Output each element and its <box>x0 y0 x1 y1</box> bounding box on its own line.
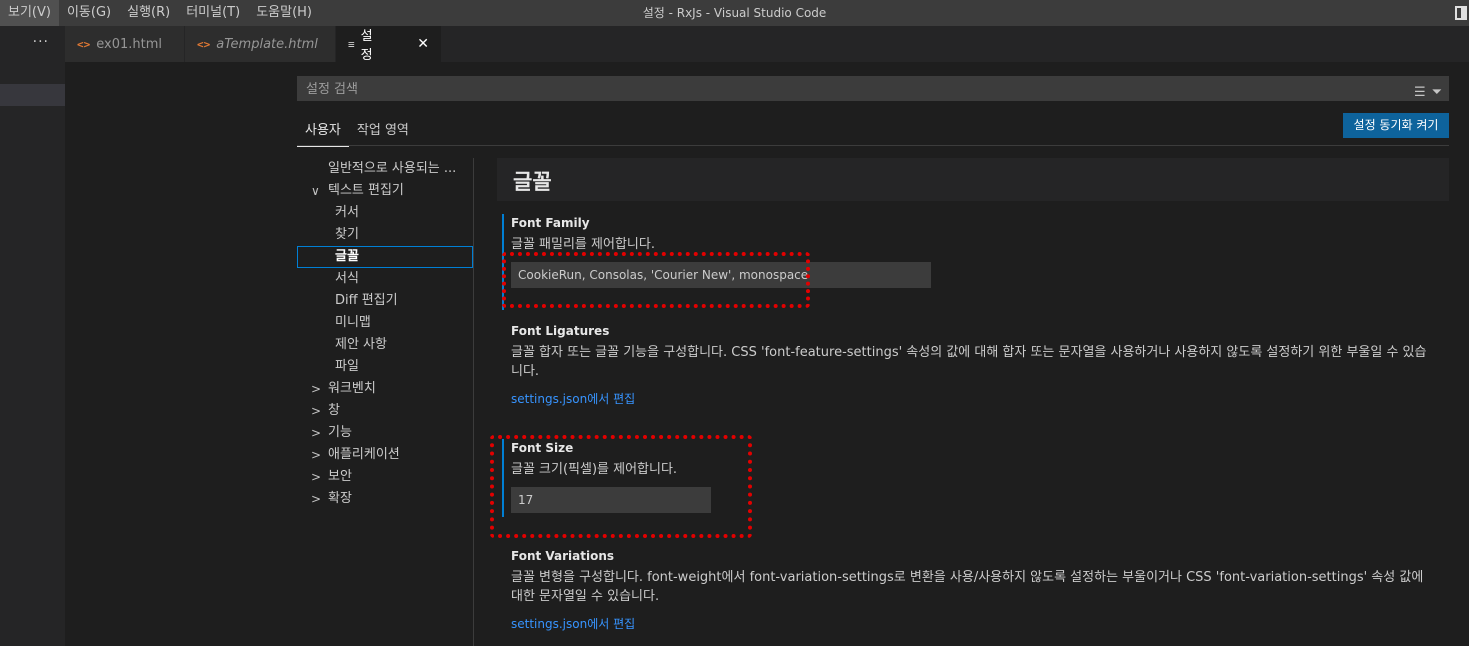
menu-bar: 보기(V) 이동(G) 실행(R) 터미널(T) 도움말(H) <box>0 0 320 26</box>
toc-item-diff-editor[interactable]: Diff 편집기 <box>297 290 473 312</box>
tab-label: ex01.html <box>96 36 162 52</box>
chevron-right-icon: > <box>311 404 322 418</box>
menu-help[interactable]: 도움말(H) <box>248 0 320 26</box>
tab-user[interactable]: 사용자 <box>297 114 349 147</box>
toc-label: 애플리케이션 <box>328 447 400 462</box>
toc-label: 찾기 <box>335 227 359 242</box>
toc-label: 미니맵 <box>335 315 371 330</box>
toc-label: 서식 <box>335 271 359 286</box>
settings-toc: 일반적으로 사용되는 ... ∨ 텍스트 편집기 커서 찾기 글꼴 서식 Diff… <box>297 158 473 510</box>
chevron-right-icon: > <box>311 426 322 440</box>
chevron-right-icon: > <box>311 448 322 462</box>
more-actions-icon[interactable]: ··· <box>33 34 49 50</box>
toc-item-suggestions[interactable]: 제안 사항 <box>297 334 473 356</box>
tab-label: 설정 <box>360 29 373 63</box>
tab-label: aTemplate.html <box>216 36 318 52</box>
filter-icon[interactable]: ⏷ <box>1432 80 1442 105</box>
search-tools: ☰ ⏷ <box>1414 80 1442 105</box>
toc-label: 파일 <box>335 359 359 374</box>
chevron-right-icon: > <box>311 470 322 484</box>
settings-search-input[interactable]: 설정 검색 ☰ ⏷ <box>297 76 1449 101</box>
toc-label: 기능 <box>328 425 352 440</box>
toc-label: 확장 <box>328 491 352 506</box>
divider <box>297 145 1449 146</box>
toc-item-find[interactable]: 찾기 <box>297 224 473 246</box>
toc-label: 워크벤치 <box>328 381 376 396</box>
section-title: 글꼴 <box>513 170 552 194</box>
scope-tabs: 사용자 작업 영역 <box>297 114 417 147</box>
toc-item-font[interactable]: 글꼴 <box>297 246 473 268</box>
toc-label: 일반적으로 사용되는 ... <box>328 161 457 176</box>
edit-in-settings-json-link[interactable]: settings.json에서 편집 <box>511 615 1442 632</box>
toc-divider <box>473 158 474 646</box>
toc-label: Diff 편집기 <box>335 293 398 308</box>
setting-title: Font Family <box>511 216 590 230</box>
chevron-right-icon: > <box>311 492 322 506</box>
settings-file-icon: ≡ <box>348 37 355 51</box>
chevron-down-icon: ∨ <box>311 184 320 198</box>
toc-item-application[interactable]: > 애플리케이션 <box>297 444 473 466</box>
section-header: 글꼴 <box>497 158 1449 201</box>
toc-item-minimap[interactable]: 미니맵 <box>297 312 473 334</box>
font-size-highlight <box>490 435 752 538</box>
toc-item-formatting[interactable]: 서식 <box>297 268 473 290</box>
menu-go[interactable]: 이동(G) <box>59 0 119 26</box>
title-bar: 보기(V) 이동(G) 실행(R) 터미널(T) 도움말(H) 설정 - RxJ… <box>0 0 1469 26</box>
side-bar: ··· <box>0 26 65 646</box>
toc-item-text-editor[interactable]: ∨ 텍스트 편집기 <box>297 180 473 202</box>
setting-font-ligatures: Font Ligatures 글꼴 합자 또는 글꼴 기능을 구성합니다. CS… <box>502 322 1442 407</box>
menu-terminal[interactable]: 터미널(T) <box>178 0 248 26</box>
toc-label: 텍스트 편집기 <box>328 183 404 198</box>
toc-item-extensions[interactable]: > 확장 <box>297 488 473 510</box>
menu-view[interactable]: 보기(V) <box>0 0 59 26</box>
toc-item-commonly-used[interactable]: 일반적으로 사용되는 ... <box>297 158 473 180</box>
edit-in-settings-json-link[interactable]: settings.json에서 편집 <box>511 390 1442 407</box>
setting-font-variations: Font Variations 글꼴 변형을 구성합니다. font-weigh… <box>502 547 1442 632</box>
setting-description: 글꼴 변형을 구성합니다. font-weight에서 font-variati… <box>511 570 1424 604</box>
toc-item-cursor[interactable]: 커서 <box>297 202 473 224</box>
turn-on-settings-sync-button[interactable]: 설정 동기화 켜기 <box>1343 113 1449 138</box>
toc-label: 글꼴 <box>335 249 359 264</box>
font-family-highlight <box>502 252 810 308</box>
toc-item-window[interactable]: > 창 <box>297 400 473 422</box>
chevron-right-icon: > <box>311 382 322 396</box>
toc-label: 보안 <box>328 469 352 484</box>
tab-ex01-html[interactable]: <> ex01.html <box>65 26 185 62</box>
clear-filter-icon[interactable]: ☰ <box>1414 80 1426 105</box>
html-file-icon: <> <box>77 37 91 51</box>
menu-run[interactable]: 실행(R) <box>119 0 178 26</box>
toc-label: 창 <box>328 403 340 418</box>
sidebar-selected-row[interactable] <box>0 84 65 106</box>
toc-item-workbench[interactable]: > 워크벤치 <box>297 378 473 400</box>
setting-title: Font Ligatures <box>511 324 610 338</box>
layout-toggle-icon[interactable] <box>1455 6 1467 20</box>
tab-atemplate-html[interactable]: <> aTemplate.html <box>185 26 336 62</box>
editor-tab-bar: <> ex01.html <> aTemplate.html ≡ 설정 ✕ <box>65 26 1469 63</box>
close-icon[interactable]: ✕ <box>417 36 429 52</box>
toc-item-features[interactable]: > 기능 <box>297 422 473 444</box>
html-file-icon: <> <box>197 37 211 51</box>
setting-title: Font Variations <box>511 549 615 563</box>
toc-label: 커서 <box>335 205 359 220</box>
toc-label: 제안 사항 <box>335 337 387 352</box>
toc-item-security[interactable]: > 보안 <box>297 466 473 488</box>
setting-description: 글꼴 합자 또는 글꼴 기능을 구성합니다. CSS 'font-feature… <box>511 345 1427 379</box>
tab-workspace[interactable]: 작업 영역 <box>349 114 417 147</box>
tab-settings[interactable]: ≡ 설정 ✕ <box>336 26 442 63</box>
toc-item-files[interactable]: 파일 <box>297 356 473 378</box>
search-placeholder: 설정 검색 <box>306 82 358 97</box>
